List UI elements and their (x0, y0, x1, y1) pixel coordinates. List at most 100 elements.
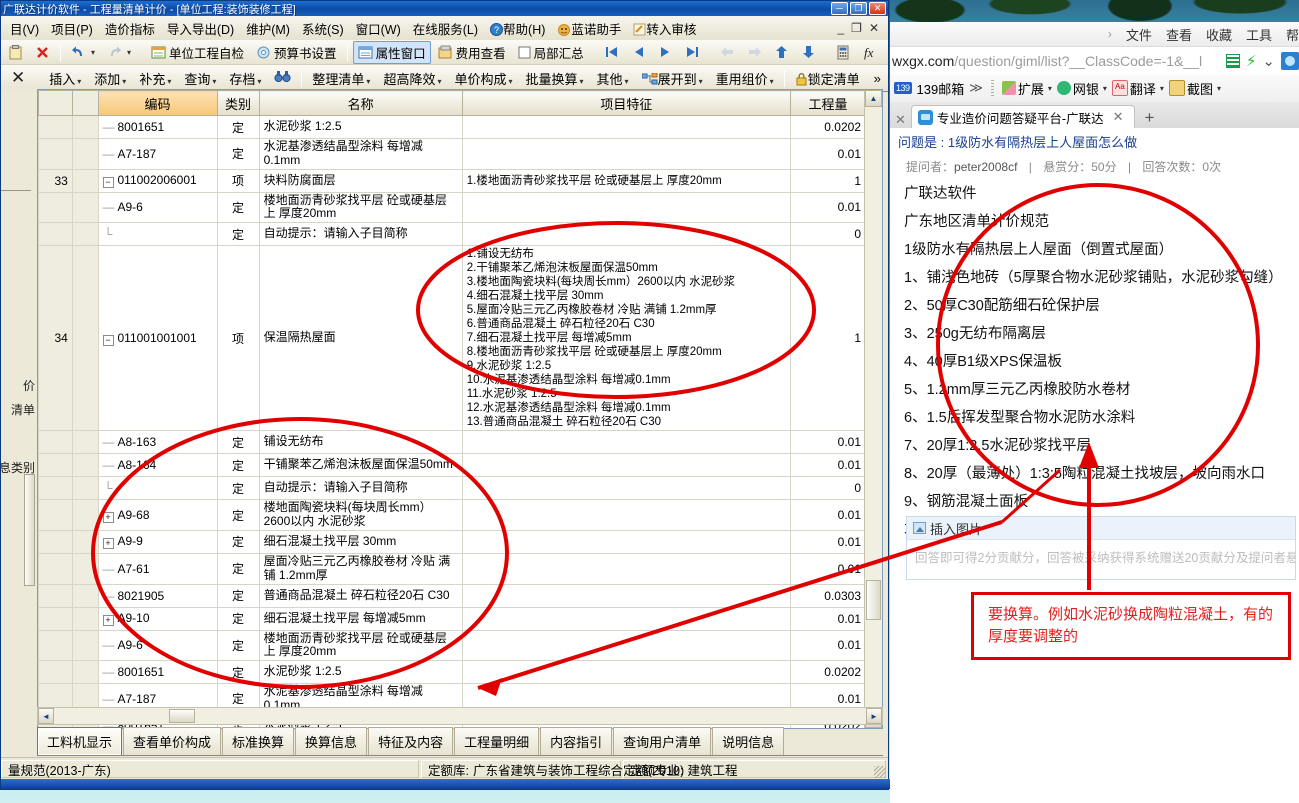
delete-button[interactable] (30, 43, 55, 62)
cell-kind[interactable]: 定 (217, 116, 259, 139)
cell-quantity[interactable]: 0.01 (791, 431, 866, 454)
menu-item-view[interactable]: 目(V) (4, 17, 45, 40)
panel-splitter-handle[interactable] (24, 474, 35, 586)
cell-tree-toggle[interactable] (72, 607, 98, 630)
browser-menu-tools[interactable]: 工具 (1246, 25, 1272, 44)
menu-item-maintain[interactable]: 维护(M) (240, 17, 296, 40)
table-row[interactable]: +A9-10定细石混凝土找平层 每增减5mm0.01 (39, 607, 866, 630)
cell-quantity[interactable]: 0.01 (791, 630, 866, 661)
cell-tree-toggle[interactable] (72, 661, 98, 684)
cell-kind[interactable]: 定 (217, 139, 259, 170)
menu-item-window[interactable]: 窗口(W) (350, 17, 407, 40)
cell-tree-toggle[interactable] (72, 500, 98, 531)
paste-button[interactable] (3, 43, 28, 62)
move-forward-button[interactable] (742, 43, 767, 61)
query-menu-button[interactable]: 查询▾ (178, 66, 222, 91)
mdi-window-controls[interactable]: _ ❐ ✕ (837, 21, 885, 35)
table-row[interactable]: —A8-163定铺设无纺布0.01 (39, 431, 866, 454)
move-up-button[interactable] (769, 43, 794, 61)
scroll-thumb[interactable] (866, 580, 881, 620)
cell-feature[interactable] (462, 607, 790, 630)
insert-image-label[interactable]: 插入图片 (930, 519, 982, 538)
cell-quantity[interactable]: 0.01 (791, 500, 866, 531)
cell-quantity[interactable]: 0.01 (791, 454, 866, 477)
cell-code[interactable]: —A9-6 (98, 630, 217, 661)
cell-kind[interactable]: 定 (217, 477, 259, 500)
cell-feature[interactable] (462, 116, 790, 139)
cell-quantity[interactable]: 0.0202 (791, 116, 866, 139)
maximize-button[interactable]: ❐ (850, 2, 867, 15)
account-icon[interactable] (1281, 52, 1299, 70)
menu-item-import-export[interactable]: 导入导出(D) (161, 17, 240, 40)
cell-kind[interactable]: 定 (217, 584, 259, 607)
cell-tree-toggle[interactable] (72, 454, 98, 477)
add-menu-button[interactable]: 添加▾ (88, 66, 132, 91)
cell-name[interactable]: 细石混凝土找平层 每增减5mm (259, 607, 462, 630)
grid-horizontal-scrollbar[interactable]: ◄ ► (37, 707, 883, 725)
cell-name[interactable]: 水泥砂浆 1:2.5 (259, 661, 462, 684)
close-button[interactable]: ✕ (869, 2, 886, 15)
function-button[interactable]: fx (857, 43, 883, 62)
online-bank-button[interactable]: 网银▾ (1057, 79, 1107, 98)
table-row[interactable]: —8001651定水泥砂浆 1:2.50.0202 (39, 661, 866, 684)
cell-kind[interactable]: 定 (217, 630, 259, 661)
menu-item-online-service[interactable]: 在线服务(L) (407, 17, 484, 40)
bottom-tab-4[interactable]: 特征及内容 (368, 727, 453, 755)
collapse-icon[interactable]: − (103, 335, 114, 346)
nav-prev-button[interactable] (626, 43, 651, 61)
cell-feature[interactable] (462, 223, 790, 246)
insert-image-icon[interactable] (913, 522, 926, 534)
cell-tree-toggle[interactable] (72, 431, 98, 454)
cell-feature[interactable]: 1.铺设无纺布 2.干铺聚苯乙烯泡沫板屋面保温50mm 3.楼地面陶瓷块料(每块… (462, 246, 790, 431)
cell-code[interactable]: −011002006001 (98, 169, 217, 192)
answer-editor[interactable]: 插入图片 回答即可得2分贡献分，回答被采纳获得系统赠送20贡献分及提问者悬赏 (906, 516, 1296, 580)
cell-kind[interactable]: 项 (217, 169, 259, 192)
bottom-tab-8[interactable]: 说明信息 (712, 727, 784, 755)
cell-quantity[interactable]: 1 (791, 246, 866, 431)
cell-kind[interactable]: 定 (217, 530, 259, 553)
quantity-list-grid[interactable]: 编码 类别 名称 项目特征 工程量 —8001651定水泥砂浆 1:2.50.0… (37, 89, 883, 729)
cell-quantity[interactable]: 1 (791, 169, 866, 192)
cell-code[interactable]: —A8-164 (98, 454, 217, 477)
batch-conversion-button[interactable]: 批量换算▾ (520, 66, 590, 91)
cell-feature[interactable] (462, 454, 790, 477)
nav-next-button[interactable] (653, 43, 678, 61)
col-qty[interactable]: 工程量 (791, 91, 866, 116)
cell-name[interactable]: 楼地面沥青砂浆找平层 砼或硬基层上 厚度20mm (259, 192, 462, 223)
bottom-tab-2[interactable]: 标准换算 (222, 727, 294, 755)
cell-name[interactable]: 楼地面陶瓷块料(每块周长mm）2600以内 水泥砂浆 (259, 500, 462, 531)
cell-kind[interactable]: 项 (217, 246, 259, 431)
cell-name[interactable]: 铺设无纺布 (259, 431, 462, 454)
cell-code[interactable]: └ (98, 223, 217, 246)
col-name[interactable]: 名称 (259, 91, 462, 116)
cell-feature[interactable] (462, 553, 790, 584)
nav-last-button[interactable] (680, 43, 705, 61)
mdi-minimize-button[interactable]: _ (837, 21, 844, 35)
table-row[interactable]: └定自动提示：请输入子目简称0 (39, 223, 866, 246)
supplement-menu-button[interactable]: 补充▾ (133, 66, 177, 91)
table-row[interactable]: +A9-9定细石混凝土找平层 30mm0.01 (39, 530, 866, 553)
cell-tree-toggle[interactable] (72, 584, 98, 607)
cell-code[interactable]: −011001001001 (98, 246, 217, 431)
menu-item-transfer-review[interactable]: 转入审核 (627, 17, 702, 40)
cell-quantity[interactable]: 0 (791, 223, 866, 246)
cell-feature[interactable]: 1.楼地面沥青砂浆找平层 砼或硬基层上 厚度20mm (462, 169, 790, 192)
close-pane-button[interactable]: ✕ (3, 68, 35, 88)
cell-tree-toggle[interactable] (72, 553, 98, 584)
super-high-reduction-button[interactable]: 超高降效▾ (377, 66, 447, 91)
cell-feature[interactable] (462, 192, 790, 223)
expand-icon[interactable]: + (103, 615, 114, 626)
menu-item-project[interactable]: 项目(P) (45, 17, 99, 40)
unit-price-composition-button[interactable]: 单价构成▾ (448, 66, 518, 91)
table-row[interactable]: └定自动提示：请输入子目简称0 (39, 477, 866, 500)
address-bar-actions[interactable]: ⚡ ⌄ (1226, 52, 1299, 70)
mdi-restore-button[interactable]: ❐ (851, 21, 862, 35)
cell-tree-toggle[interactable] (72, 477, 98, 500)
cell-name[interactable]: 水泥砂浆 1:2.5 (259, 116, 462, 139)
cell-kind[interactable]: 定 (217, 431, 259, 454)
browser-menu-view[interactable]: 查看 (1166, 25, 1192, 44)
screenshot-button[interactable]: 截图▾ (1169, 79, 1221, 98)
col-kind[interactable]: 类别 (217, 91, 259, 116)
bottom-tab-0[interactable]: 工料机显示 (37, 727, 122, 755)
minimize-button[interactable]: － (831, 2, 848, 15)
